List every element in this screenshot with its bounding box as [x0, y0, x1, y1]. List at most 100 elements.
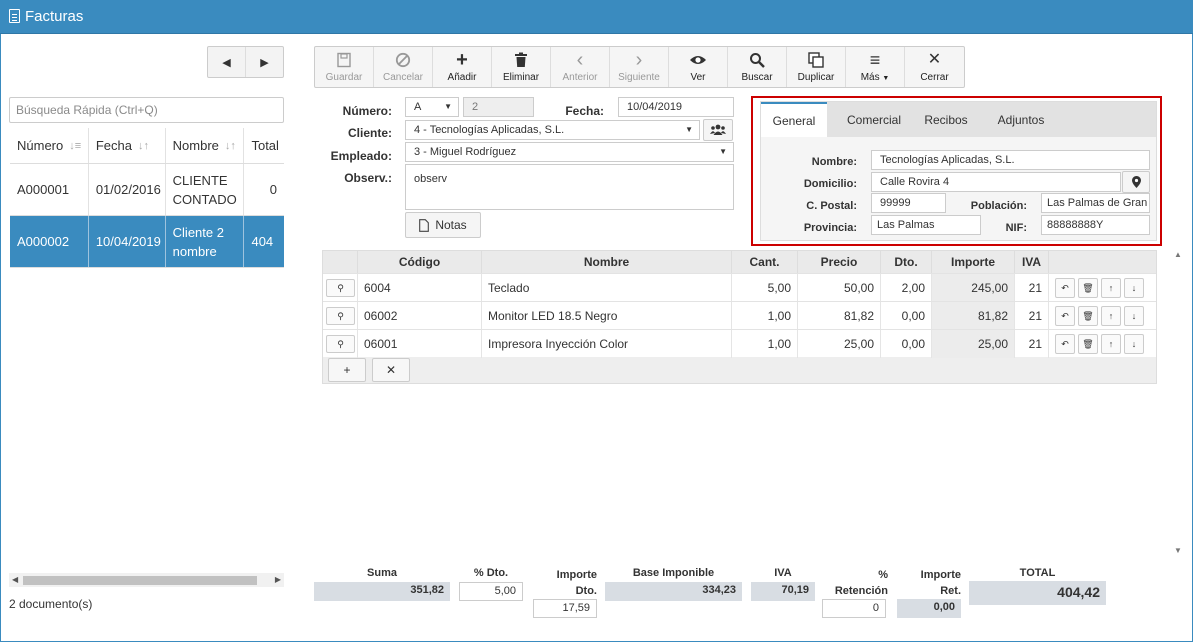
more-menu-button[interactable]: ≡ Más ▼: [846, 47, 905, 87]
add-button[interactable]: + Añadir: [433, 47, 492, 87]
column-header-total[interactable]: Total: [244, 128, 284, 163]
grid-header-importe[interactable]: Importe: [932, 251, 1015, 273]
grid-header-dto[interactable]: Dto.: [881, 251, 932, 273]
cliente-select[interactable]: 4 - Tecnologías Aplicadas, S.L. ▼: [405, 120, 700, 140]
map-marker-icon: [1131, 176, 1141, 188]
scrollbar-thumb[interactable]: [23, 576, 257, 585]
trash-icon[interactable]: 🗑: [1078, 334, 1098, 354]
arrow-down-icon[interactable]: ↓: [1124, 334, 1144, 354]
arrow-down-icon[interactable]: ↓: [1124, 278, 1144, 298]
cell-precio[interactable]: 81,82: [798, 302, 881, 330]
undo-icon[interactable]: ↶: [1055, 278, 1075, 298]
close-button[interactable]: ✕ Cerrar: [905, 47, 964, 87]
cell-precio[interactable]: 50,00: [798, 274, 881, 302]
grid-header-iva[interactable]: IVA: [1015, 251, 1049, 273]
scroll-down-icon[interactable]: ▼: [1174, 546, 1182, 555]
nav-prev-button[interactable]: ◀: [208, 47, 245, 77]
next-button[interactable]: › Siguiente: [610, 47, 669, 87]
cell-codigo[interactable]: 06002: [358, 302, 482, 330]
cell-codigo[interactable]: 06001: [358, 330, 482, 358]
undo-icon[interactable]: ↶: [1055, 306, 1075, 326]
list-horizontal-scrollbar[interactable]: ◀ ▶: [9, 573, 284, 587]
column-header-numero[interactable]: Número ↓≡: [10, 128, 89, 163]
map-button[interactable]: [1122, 171, 1150, 193]
cell-codigo[interactable]: 6004: [358, 274, 482, 302]
grid-header-precio[interactable]: Precio: [798, 251, 881, 273]
cell-cant[interactable]: 1,00: [732, 302, 798, 330]
numero-label: Número:: [342, 104, 392, 118]
column-header-fecha[interactable]: Fecha ↓↑: [89, 128, 166, 163]
lookup-icon[interactable]: ⚲: [326, 307, 355, 325]
arrow-down-icon[interactable]: ↓: [1124, 306, 1144, 326]
tab-general[interactable]: General: [761, 102, 827, 137]
duplicate-button[interactable]: Duplicar: [787, 47, 846, 87]
tab-recibos[interactable]: Recibos: [917, 102, 975, 137]
cell-precio[interactable]: 25,00: [798, 330, 881, 358]
cell-nombre[interactable]: Impresora Inyección Color: [482, 330, 732, 358]
notes-button[interactable]: Notas: [405, 212, 481, 238]
tab-comercial[interactable]: Comercial: [835, 102, 913, 137]
lookup-icon[interactable]: ⚲: [326, 279, 355, 297]
cancel-button[interactable]: Cancelar: [374, 47, 433, 87]
cell-cant[interactable]: 1,00: [732, 330, 798, 358]
remove-line-button[interactable]: ✕: [372, 358, 410, 382]
cell-fecha: 01/02/2016: [89, 164, 166, 215]
pret-field[interactable]: 0: [822, 599, 886, 618]
list-row-selected[interactable]: A000002 10/04/2019 Cliente 2 nombre 404: [10, 216, 284, 268]
domicilio-label: Domicilio:: [803, 178, 857, 190]
cell-iva[interactable]: 21: [1015, 330, 1049, 358]
cell-total: 404: [251, 234, 274, 249]
cell-dto[interactable]: 0,00: [881, 302, 932, 330]
nif-field[interactable]: 88888888Y: [1041, 215, 1150, 235]
cell-iva[interactable]: 21: [1015, 302, 1049, 330]
quick-search-input[interactable]: [9, 97, 284, 123]
serie-select[interactable]: A ▼: [405, 97, 459, 117]
importe-dto-field[interactable]: 17,59: [533, 599, 597, 618]
line-row[interactable]: ⚲ 06002 Monitor LED 18.5 Negro 1,00 81,8…: [323, 301, 1156, 330]
grid-header-cant[interactable]: Cant.: [732, 251, 798, 273]
cell-iva[interactable]: 21: [1015, 274, 1049, 302]
cell-nombre[interactable]: Teclado: [482, 274, 732, 302]
arrow-up-icon[interactable]: ↑: [1101, 306, 1121, 326]
scroll-right-icon[interactable]: ▶: [275, 575, 281, 584]
pdto-field[interactable]: 5,00: [459, 582, 523, 601]
scroll-up-icon[interactable]: ▲: [1174, 250, 1182, 259]
poblacion-field[interactable]: Las Palmas de Gran: [1041, 193, 1150, 213]
trash-icon[interactable]: 🗑: [1078, 306, 1098, 326]
grid-header-nombre[interactable]: Nombre: [482, 251, 732, 273]
empleado-select[interactable]: 3 - Miguel Rodríguez ▼: [405, 142, 734, 162]
cell-dto[interactable]: 2,00: [881, 274, 932, 302]
save-button[interactable]: Guardar: [315, 47, 374, 87]
view-button[interactable]: Ver: [669, 47, 728, 87]
add-line-button[interactable]: +: [328, 358, 366, 382]
previous-button[interactable]: ‹ Anterior: [551, 47, 610, 87]
base-imponible-label: Base Imponible: [632, 567, 715, 579]
form-vertical-scrollbar[interactable]: ▲ ▼: [1171, 250, 1185, 560]
fecha-field[interactable]: 10/04/2019: [618, 97, 734, 117]
nombre-field[interactable]: Tecnologías Aplicadas, S.L.: [871, 150, 1150, 170]
nav-next-button[interactable]: ▶: [245, 47, 283, 77]
list-row[interactable]: A000001 01/02/2016 CLIENTE CONTADO 0: [10, 164, 284, 216]
scroll-left-icon[interactable]: ◀: [12, 575, 18, 584]
cell-cant[interactable]: 5,00: [732, 274, 798, 302]
lookup-icon[interactable]: ⚲: [326, 335, 355, 353]
observ-textarea[interactable]: observ: [405, 164, 734, 210]
line-row[interactable]: ⚲ 06001 Impresora Inyección Color 1,00 2…: [323, 329, 1156, 358]
grid-header-codigo[interactable]: Código: [358, 251, 482, 273]
cliente-label: Cliente:: [347, 126, 392, 140]
tab-adjuntos[interactable]: Adjuntos: [987, 102, 1055, 137]
customers-button[interactable]: [703, 119, 733, 141]
arrow-up-icon[interactable]: ↑: [1101, 334, 1121, 354]
delete-button[interactable]: Eliminar: [492, 47, 551, 87]
line-row[interactable]: ⚲ 6004 Teclado 5,00 50,00 2,00 245,00 21…: [323, 273, 1156, 302]
domicilio-field[interactable]: Calle Rovira 4: [871, 172, 1121, 192]
cell-nombre[interactable]: Monitor LED 18.5 Negro: [482, 302, 732, 330]
list-header: Número ↓≡ Fecha ↓↑ Nombre ↓↑ Total: [10, 128, 284, 164]
undo-icon[interactable]: ↶: [1055, 334, 1075, 354]
column-header-nombre[interactable]: Nombre ↓↑: [166, 128, 245, 163]
search-button[interactable]: Buscar: [728, 47, 787, 87]
cell-dto[interactable]: 0,00: [881, 330, 932, 358]
trash-icon[interactable]: 🗑: [1078, 278, 1098, 298]
arrow-up-icon[interactable]: ↑: [1101, 278, 1121, 298]
cpostal-field[interactable]: 99999: [871, 193, 946, 213]
